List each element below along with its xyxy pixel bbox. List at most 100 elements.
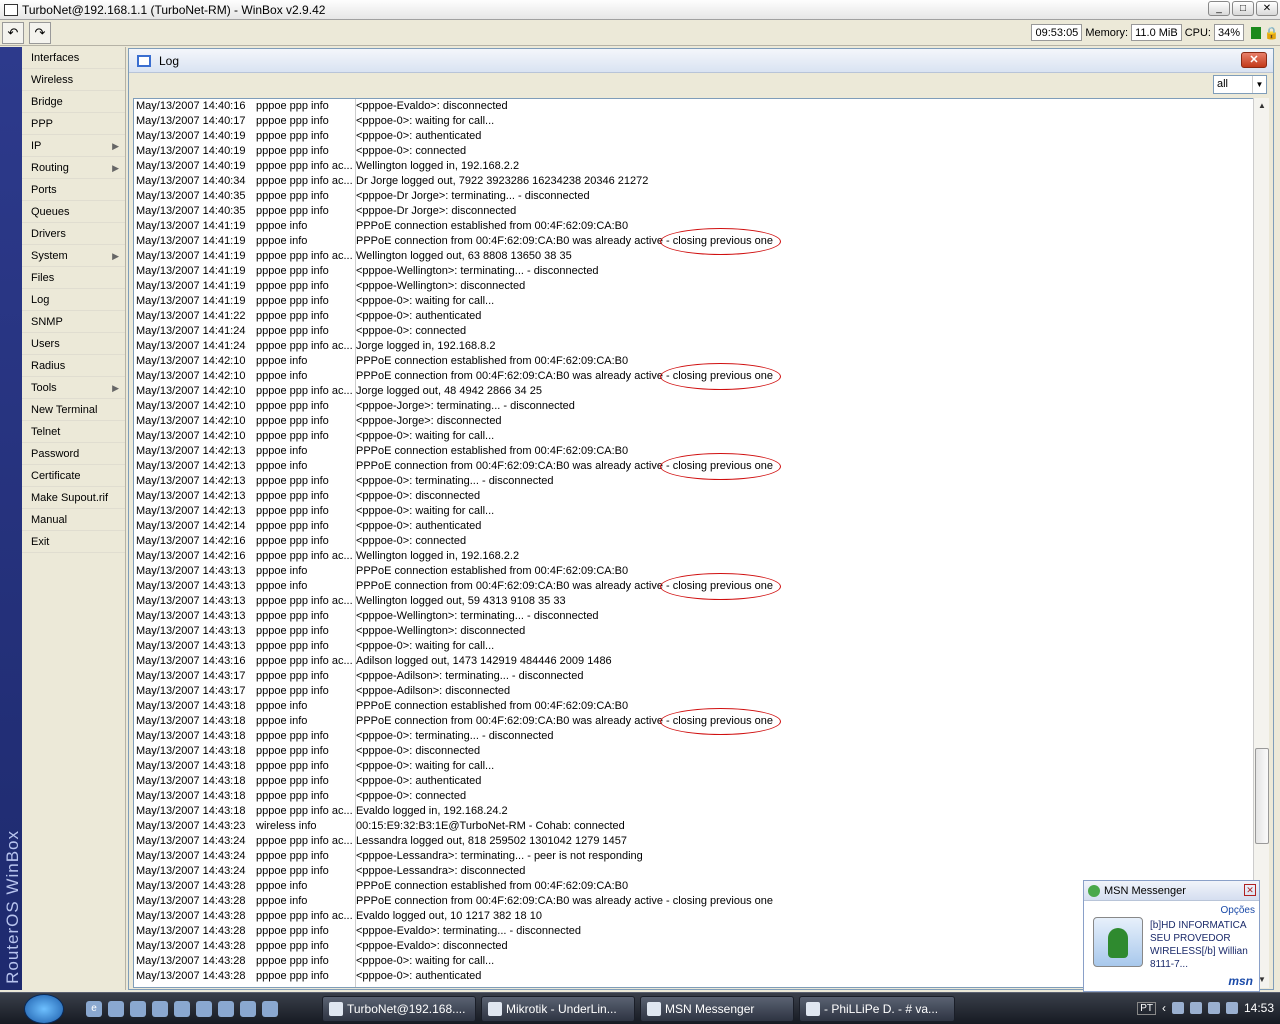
log-row[interactable]: May/13/2007 14:41:22 pppoe ppp info <pppoe… <box>134 309 1256 324</box>
task-winbox[interactable]: TurboNet@192.168.... <box>322 996 476 1022</box>
log-row[interactable]: May/13/2007 14:41:19 pppoe info PPPoE conn… <box>134 234 1256 249</box>
sidebar-item-telnet[interactable]: Telnet <box>22 421 125 443</box>
close-button[interactable]: ✕ <box>1256 1 1278 16</box>
log-row[interactable]: May/13/2007 14:42:13 pppoe ppp info <pppoe… <box>134 489 1256 504</box>
log-row[interactable]: May/13/2007 14:40:17 pppoe ppp info <pppoe… <box>134 114 1256 129</box>
log-row[interactable]: May/13/2007 14:43:16 pppoe ppp info ac...… <box>134 654 1256 669</box>
log-list[interactable]: May/13/2007 14:40:16 pppoe ppp info <pppoe… <box>133 98 1257 988</box>
task-chat[interactable]: - PhiLLiPe D. - # va... <box>799 996 955 1022</box>
log-row[interactable]: May/13/2007 14:43:13 pppoe info PPPoE conn… <box>134 564 1256 579</box>
log-row[interactable]: May/13/2007 14:42:10 pppoe info PPPoE conn… <box>134 354 1256 369</box>
log-row[interactable]: May/13/2007 14:40:35 pppoe ppp info <pppoe… <box>134 189 1256 204</box>
gear-icon[interactable] <box>240 1001 256 1017</box>
task-msn[interactable]: MSN Messenger <box>640 996 794 1022</box>
topic-filter-select[interactable]: all ▼ <box>1213 75 1267 94</box>
sidebar-item-queues[interactable]: Queues <box>22 201 125 223</box>
log-row[interactable]: May/13/2007 14:43:18 pppoe ppp info <pppoe… <box>134 774 1256 789</box>
undo-button[interactable]: ↶ <box>2 22 24 44</box>
scroll-thumb[interactable] <box>1255 748 1269 844</box>
network-icon[interactable] <box>1171 1002 1184 1014</box>
sidebar-item-manual[interactable]: Manual <box>22 509 125 531</box>
log-row[interactable]: May/13/2007 14:42:16 pppoe ppp info <pppoe… <box>134 534 1256 549</box>
log-row[interactable]: May/13/2007 14:42:13 pppoe info PPPoE conn… <box>134 459 1256 474</box>
log-row[interactable]: May/13/2007 14:43:18 pppoe info PPPoE conn… <box>134 699 1256 714</box>
sidebar-item-ip[interactable]: IP ▶ <box>22 135 125 157</box>
volume-icon[interactable] <box>1207 1002 1220 1014</box>
log-row[interactable]: May/13/2007 14:42:10 pppoe ppp info <pppoe… <box>134 399 1256 414</box>
sidebar-item-ppp[interactable]: PPP <box>22 113 125 135</box>
log-row[interactable]: May/13/2007 14:43:13 pppoe ppp info ac...… <box>134 594 1256 609</box>
sidebar-item-tools[interactable]: Tools ▶ <box>22 377 125 399</box>
sidebar-item-make-supout-rif[interactable]: Make Supout.rif <box>22 487 125 509</box>
maximize-button[interactable]: □ <box>1232 1 1254 16</box>
log-row[interactable]: May/13/2007 14:43:17 pppoe ppp info <pppoe… <box>134 684 1256 699</box>
sidebar-item-certificate[interactable]: Certificate <box>22 465 125 487</box>
pen-icon[interactable] <box>262 1001 278 1017</box>
sidebar-item-files[interactable]: Files <box>22 267 125 289</box>
log-row[interactable]: May/13/2007 14:42:13 pppoe info PPPoE conn… <box>134 444 1256 459</box>
sidebar-item-drivers[interactable]: Drivers <box>22 223 125 245</box>
sidebar-item-log[interactable]: Log <box>22 289 125 311</box>
sidebar-item-bridge[interactable]: Bridge <box>22 91 125 113</box>
log-row[interactable]: May/13/2007 14:41:19 pppoe ppp info <pppoe… <box>134 279 1256 294</box>
log-row[interactable]: May/13/2007 14:43:24 pppoe ppp info ac...… <box>134 834 1256 849</box>
windows-icon[interactable] <box>218 1001 234 1017</box>
log-row[interactable]: May/13/2007 14:41:24 pppoe ppp info <pppoe… <box>134 324 1256 339</box>
msn-close-icon[interactable]: ✕ <box>1244 884 1256 896</box>
log-row[interactable]: May/13/2007 14:42:13 pppoe ppp info <pppoe… <box>134 474 1256 489</box>
sidebar-item-wireless[interactable]: Wireless <box>22 69 125 91</box>
sidebar-item-new-terminal[interactable]: New Terminal <box>22 399 125 421</box>
msn-tray-icon[interactable] <box>1225 1002 1238 1014</box>
firefox-icon[interactable] <box>152 1001 168 1017</box>
log-row[interactable]: May/13/2007 14:40:16 pppoe ppp info <pppoe… <box>134 99 1256 114</box>
log-row[interactable]: May/13/2007 14:41:24 pppoe ppp info ac...… <box>134 339 1256 354</box>
log-row[interactable]: May/13/2007 14:42:13 pppoe ppp info <pppoe… <box>134 504 1256 519</box>
log-row[interactable]: May/13/2007 14:42:16 pppoe ppp info ac...… <box>134 549 1256 564</box>
sidebar-item-password[interactable]: Password <box>22 443 125 465</box>
log-row[interactable]: May/13/2007 14:43:18 pppoe ppp info <pppoe… <box>134 759 1256 774</box>
globe-icon[interactable] <box>196 1001 212 1017</box>
media-player-icon[interactable] <box>130 1001 146 1017</box>
log-row[interactable]: May/13/2007 14:42:10 pppoe info PPPoE conn… <box>134 369 1256 384</box>
log-row[interactable]: May/13/2007 14:43:24 pppoe ppp info <pppoe… <box>134 864 1256 879</box>
start-button[interactable] <box>24 994 64 1024</box>
log-row[interactable]: May/13/2007 14:43:18 pppoe ppp info ac...… <box>134 804 1256 819</box>
sidebar-item-radius[interactable]: Radius <box>22 355 125 377</box>
sidebar-item-ports[interactable]: Ports <box>22 179 125 201</box>
log-row[interactable]: May/13/2007 14:43:17 pppoe ppp info <pppoe… <box>134 669 1256 684</box>
log-row[interactable]: May/13/2007 14:40:35 pppoe ppp info <pppoe… <box>134 204 1256 219</box>
msn-options-link[interactable]: Opções <box>1221 905 1255 916</box>
scroll-up-icon[interactable]: ▲ <box>1254 98 1270 114</box>
sidebar-item-interfaces[interactable]: Interfaces <box>22 47 125 69</box>
log-row[interactable]: May/13/2007 14:40:19 pppoe ppp info ac...… <box>134 159 1256 174</box>
tray-expand-icon[interactable]: ‹ <box>1162 1001 1166 1015</box>
msn-message[interactable]: [b]HD INFORMATICA SEU PROVEDOR WIRELESS[… <box>1150 919 1256 971</box>
log-row[interactable]: May/13/2007 14:41:19 pppoe ppp info <pppoe… <box>134 294 1256 309</box>
log-row[interactable]: May/13/2007 14:43:18 pppoe ppp info <pppoe… <box>134 789 1256 804</box>
log-row[interactable]: May/13/2007 14:43:18 pppoe info PPPoE conn… <box>134 714 1256 729</box>
sidebar-item-system[interactable]: System ▶ <box>22 245 125 267</box>
log-row[interactable]: May/13/2007 14:42:10 pppoe ppp info <pppoe… <box>134 429 1256 444</box>
log-row[interactable]: May/13/2007 14:43:23 wireless info 00:15:E… <box>134 819 1256 834</box>
log-row[interactable]: May/13/2007 14:42:10 pppoe ppp info ac...… <box>134 384 1256 399</box>
log-row[interactable]: May/13/2007 14:43:13 pppoe info PPPoE conn… <box>134 579 1256 594</box>
redo-button[interactable]: ↷ <box>29 22 51 44</box>
log-row[interactable]: May/13/2007 14:43:18 pppoe ppp info <pppoe… <box>134 729 1256 744</box>
desktop-icon[interactable] <box>174 1001 190 1017</box>
log-row[interactable]: May/13/2007 14:41:19 pppoe info PPPoE conn… <box>134 219 1256 234</box>
msn-notification[interactable]: MSN Messenger ✕ Opções [b]HD INFORMATICA… <box>1083 880 1260 992</box>
signal-icon[interactable] <box>1189 1002 1202 1014</box>
ie-icon[interactable]: e <box>86 1001 102 1017</box>
vertical-scrollbar[interactable]: ▲ ▼ <box>1253 98 1269 988</box>
log-row[interactable]: May/13/2007 14:43:13 pppoe ppp info <pppoe… <box>134 639 1256 654</box>
log-row[interactable]: May/13/2007 14:43:13 pppoe ppp info <pppoe… <box>134 624 1256 639</box>
taskbar-clock[interactable]: 14:53 <box>1244 1001 1274 1015</box>
log-row[interactable]: May/13/2007 14:41:19 pppoe ppp info <pppoe… <box>134 264 1256 279</box>
log-close-button[interactable]: ✕ <box>1241 52 1267 68</box>
sidebar-item-routing[interactable]: Routing ▶ <box>22 157 125 179</box>
log-row[interactable]: May/13/2007 14:43:13 pppoe ppp info <pppoe… <box>134 609 1256 624</box>
minimize-button[interactable]: _ <box>1208 1 1230 16</box>
log-row[interactable]: May/13/2007 14:43:18 pppoe ppp info <pppoe… <box>134 744 1256 759</box>
log-row[interactable]: May/13/2007 14:42:14 pppoe ppp info <pppoe… <box>134 519 1256 534</box>
log-row[interactable]: May/13/2007 14:40:19 pppoe ppp info <pppoe… <box>134 129 1256 144</box>
